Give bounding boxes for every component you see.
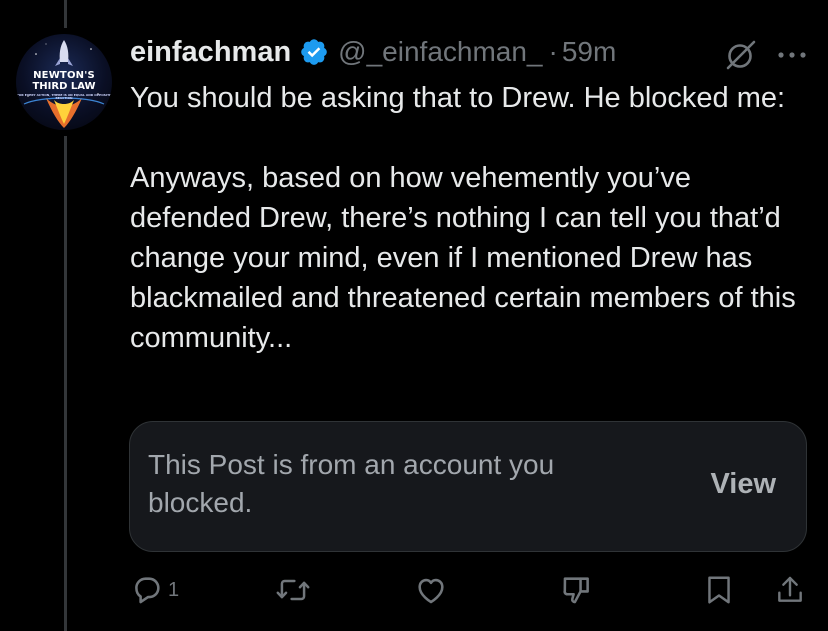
timestamp[interactable]: 59m <box>562 36 616 68</box>
bookmark-icon <box>704 573 734 607</box>
reply-icon <box>130 573 164 607</box>
handle[interactable]: @_einfachman_ <box>338 36 542 68</box>
action-bar: 1 <box>0 572 828 612</box>
view-button[interactable]: View <box>710 468 776 501</box>
repost-icon <box>275 573 311 607</box>
reply-button[interactable]: 1 <box>130 572 179 608</box>
separator-dot: · <box>548 36 558 67</box>
avatar-line-2: THIRD LAW <box>32 81 96 92</box>
grok-icon[interactable] <box>724 38 758 72</box>
display-name[interactable]: einfachman <box>130 36 291 69</box>
avatar-logo-text: NEWTON'S THIRD LAW FOR EVERY ACTION, THE… <box>16 71 112 100</box>
thread-line-top <box>64 0 67 28</box>
reply-count: 1 <box>168 578 180 601</box>
bookmark-button[interactable] <box>704 572 734 608</box>
blocked-post-card[interactable]: This Post is from an account you blocked… <box>129 421 807 552</box>
avatar-line-1: NEWTON'S <box>33 70 95 81</box>
dislike-button[interactable] <box>560 572 594 608</box>
avatar[interactable]: NEWTON'S THIRD LAW FOR EVERY ACTION, THE… <box>16 34 112 130</box>
thread-line-bottom <box>64 136 67 631</box>
repost-button[interactable] <box>275 572 311 608</box>
like-icon <box>414 573 448 607</box>
share-button[interactable] <box>774 572 806 608</box>
avatar-line-3: FOR EVERY ACTION, THERE IS AN EQUAL AND … <box>16 93 112 100</box>
blocked-post-message: This Post is from an account you blocked… <box>148 449 555 518</box>
more-icon[interactable] <box>775 45 811 65</box>
post-header: einfachman @_einfachman_ · 59m <box>130 32 616 72</box>
like-button[interactable] <box>414 572 448 608</box>
post-body: You should be asking that to Drew. He bl… <box>130 82 796 354</box>
verified-badge-icon[interactable] <box>299 37 329 67</box>
share-icon <box>774 573 806 607</box>
dislike-icon <box>560 573 594 607</box>
